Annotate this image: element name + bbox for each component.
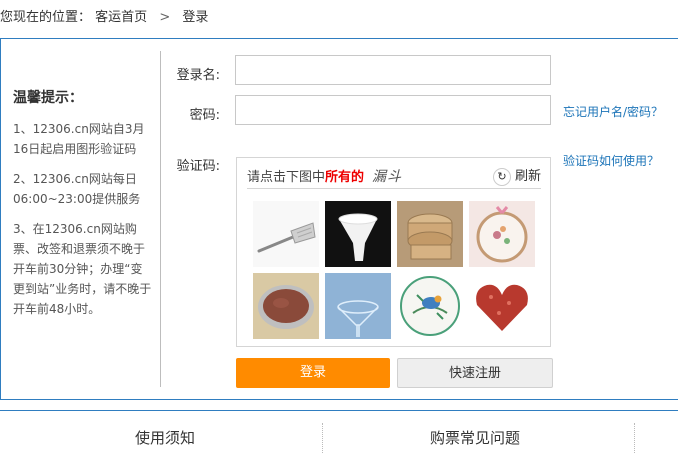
login-panel: 温馨提示： 1、12306.cn网站自3月16日起启用图形验证码 2、12306… (0, 38, 678, 400)
captcha-image-beans-bowl[interactable] (253, 273, 319, 339)
captcha-prompt: 请点击下图中 (247, 170, 326, 185)
captcha-label: 验证码: (176, 159, 220, 174)
breadcrumb-home-link[interactable]: 客运首页 (95, 10, 147, 25)
captcha-help-link[interactable]: 验证码如何使用？ (563, 152, 659, 169)
captcha-image-bird-plate[interactable] (397, 273, 463, 339)
bottom-divider (322, 423, 323, 453)
captcha-image-beans-heart[interactable] (469, 273, 535, 339)
bottom-info-panel: 使用须知 购票常见问题 (0, 410, 678, 453)
breadcrumb: 您现在的位置： 客运首页 > 登录 (0, 0, 678, 36)
bottom-divider (634, 423, 635, 453)
forgot-password-link[interactable]: 忘记用户名/密码？ (563, 103, 663, 120)
tips-section: 温馨提示： 1、12306.cn网站自3月16日起启用图形验证码 2、12306… (13, 87, 153, 329)
username-input[interactable] (235, 55, 551, 85)
password-input[interactable] (235, 95, 551, 125)
captcha-image-spatula[interactable] (253, 201, 319, 267)
captcha-refresh-label: 刷新 (514, 169, 541, 184)
breadcrumb-prefix: 您现在的位置： (0, 10, 92, 25)
tip-item: 2、12306.cn网站每日06:00~23:00提供服务 (13, 172, 141, 206)
captcha-image-funnel-glass[interactable] (325, 273, 391, 339)
breadcrumb-separator: > (159, 10, 171, 25)
tip-item: 1、12306.cn网站自3月16日起启用图形验证码 (13, 122, 145, 156)
captcha-prompt-highlight: 所有的 (325, 170, 365, 185)
login-button[interactable]: 登录 (236, 358, 390, 388)
captcha-header: 请点击下图中所有的 漏斗 ↻ 刷新 (247, 166, 541, 189)
username-label: 登录名: (176, 68, 220, 83)
password-label: 密码: (189, 108, 220, 123)
captcha-image-steamer[interactable] (397, 201, 463, 267)
captcha-image-funnel-white[interactable] (325, 201, 391, 267)
vertical-divider (160, 51, 161, 387)
breadcrumb-current: 登录 (182, 10, 209, 25)
captcha-target-word: 漏斗 (372, 169, 403, 185)
register-button[interactable]: 快速注册 (397, 358, 553, 388)
refresh-icon: ↻ (492, 167, 511, 186)
tip-item: 3、在12306.cn网站购票、改签和退票须不晚于开车前30分钟；办理“变更到站… (13, 222, 152, 316)
captcha-refresh-button[interactable]: ↻ 刷新 (492, 166, 541, 188)
tips-title: 温馨提示： (13, 90, 83, 106)
captcha-image-embroidery-hoop[interactable] (469, 201, 535, 267)
captcha-box: 请点击下图中所有的 漏斗 ↻ 刷新 (236, 157, 551, 347)
